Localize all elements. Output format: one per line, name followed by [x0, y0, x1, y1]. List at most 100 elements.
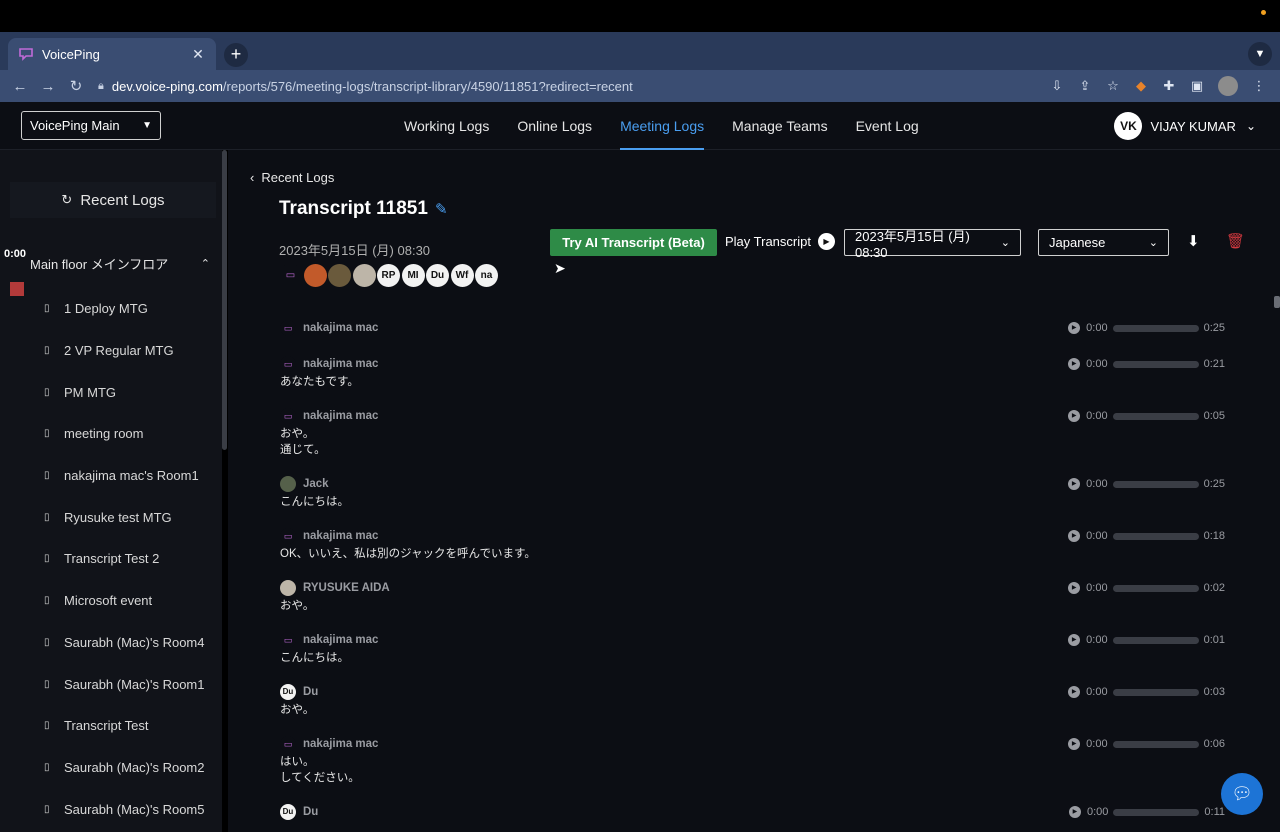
- sidebar-room-item[interactable]: ▯ nakajima mac's Room1: [44, 455, 219, 497]
- sidebar-room-item[interactable]: ▯ PM MTG: [44, 371, 219, 413]
- audio-player[interactable]: ▶ 0:00 0:25: [1068, 318, 1225, 338]
- chevron-up-icon: ⌃: [200, 258, 210, 270]
- sidebar-room-item[interactable]: ▯ Microsoft event: [44, 580, 219, 622]
- play-icon[interactable]: ▶: [1068, 358, 1081, 370]
- audio-player[interactable]: ▶ 0:00 0:21: [1068, 354, 1225, 374]
- audio-progress[interactable]: [1113, 808, 1200, 816]
- sidebar-room-item[interactable]: ▯ 2 VP Regular MTG: [44, 330, 219, 372]
- tab-close-icon[interactable]: ✕: [190, 46, 206, 63]
- back-to-recent-logs[interactable]: ‹ Recent Logs: [250, 170, 334, 185]
- audio-progress[interactable]: [1112, 532, 1199, 540]
- fox-extension-icon[interactable]: ◆: [1134, 78, 1148, 94]
- language-select[interactable]: Japanese ⌄: [1038, 229, 1169, 256]
- sidebar-room-item[interactable]: ▯ Transcript Test: [44, 705, 219, 747]
- new-tab-button[interactable]: +: [224, 43, 248, 67]
- audio-progress[interactable]: [1112, 584, 1199, 592]
- install-app-icon[interactable]: ⇩: [1050, 78, 1064, 94]
- sidebar-room-item[interactable]: ▯ Saurabh (Mac)'s Room4: [44, 622, 219, 664]
- chat-bubble-icon[interactable]: 💬︎: [1221, 773, 1263, 815]
- room-list: ▯ 1 Deploy MTG ▯ 2 VP Regular MTG ▯ PM MTG …: [44, 288, 219, 830]
- sidebar-room-item[interactable]: ▯ Saurabh (Mac)'s Room2: [44, 747, 219, 789]
- play-icon[interactable]: ▶: [1068, 806, 1081, 818]
- transcript-entry: Du Du ▶ 0:00 0:03 おや。: [280, 682, 1225, 734]
- transcript-line: こんにちは。: [280, 496, 349, 508]
- play-icon[interactable]: ▶: [1068, 410, 1081, 422]
- user-menu[interactable]: VK VIJAY KUMAR ⌄: [1114, 112, 1256, 140]
- reload-icon[interactable]: ↻: [62, 77, 90, 95]
- tab-search-chevron-icon[interactable]: ▼: [1248, 42, 1272, 66]
- recent-logs-label: Recent Logs: [80, 191, 165, 209]
- audio-progress[interactable]: [1112, 360, 1199, 368]
- sidebar-room-item[interactable]: ▯ Saurabh (Mac)'s Room5: [44, 788, 219, 830]
- transcript-line: 通じて。: [280, 444, 326, 456]
- voiceping-logo-icon: ▭: [280, 528, 296, 544]
- profile-avatar[interactable]: [1218, 76, 1238, 96]
- voiceping-logo-icon: ▭: [280, 736, 296, 752]
- avatar: [280, 580, 296, 596]
- audio-player[interactable]: ▶ 0:00 0:02: [1068, 578, 1225, 598]
- play-icon[interactable]: ▶: [1068, 322, 1081, 334]
- room-icon: ▯: [44, 553, 50, 565]
- try-ai-transcript-button[interactable]: Try AI Transcript (Beta): [550, 229, 717, 256]
- audio-player[interactable]: ▶ 0:00 0:03: [1068, 682, 1225, 702]
- audio-player[interactable]: ▶ 0:00 0:06: [1068, 734, 1225, 754]
- more-menu-icon[interactable]: ⋮: [1252, 78, 1266, 94]
- speaker-name: nakajima mac: [303, 634, 379, 646]
- workspace-select[interactable]: VoicePing Main ▼: [21, 111, 161, 140]
- play-icon[interactable]: ▶: [1068, 530, 1081, 542]
- extensions-puzzle-icon[interactable]: ✚: [1162, 78, 1176, 94]
- share-icon[interactable]: ⇪: [1078, 78, 1092, 94]
- audio-start: 0:00: [1086, 410, 1108, 422]
- floor-header[interactable]: Main floor メインフロア ⌃: [30, 254, 210, 273]
- audio-progress[interactable]: [1112, 480, 1199, 488]
- browser-tab[interactable]: VoicePing ✕: [8, 38, 216, 70]
- play-icon[interactable]: ▶: [1068, 738, 1081, 750]
- speaker-name: Du: [303, 806, 319, 818]
- recent-logs-button[interactable]: ↻ Recent Logs: [10, 182, 216, 218]
- download-icon[interactable]: ⬇: [1187, 232, 1200, 250]
- audio-player[interactable]: ▶ 0:00 0:01: [1068, 630, 1225, 650]
- audio-start: 0:00: [1086, 686, 1108, 698]
- forward-arrow-icon[interactable]: →: [34, 78, 62, 95]
- nav-event-log[interactable]: Event Log: [842, 102, 933, 150]
- side-panel-icon[interactable]: ▣: [1190, 78, 1204, 94]
- nav-meeting-logs[interactable]: Meeting Logs: [606, 102, 718, 150]
- play-icon[interactable]: ▶: [1068, 634, 1081, 646]
- url-path: /reports/576/meeting-logs/transcript-lib…: [222, 78, 633, 94]
- play-icon[interactable]: ▶: [1068, 478, 1081, 490]
- nav-working-logs[interactable]: Working Logs: [390, 102, 503, 150]
- voiceping-logo-icon: ▭: [280, 408, 296, 424]
- play-icon[interactable]: ▶: [1068, 686, 1081, 698]
- address-bar[interactable]: 🔒︎ dev.voice-ping.com /reports/576/meeti…: [98, 79, 1050, 94]
- back-arrow-icon[interactable]: ←: [6, 78, 34, 95]
- audio-progress[interactable]: [1112, 636, 1199, 644]
- play-icon[interactable]: ▶: [1068, 582, 1081, 594]
- page-scrollbar[interactable]: [1274, 296, 1280, 308]
- pencil-icon[interactable]: ✎: [435, 200, 448, 218]
- trash-icon[interactable]: 🗑︎: [1226, 232, 1245, 250]
- sidebar-scrollbar[interactable]: [222, 150, 227, 450]
- chevron-down-icon: ⌄: [1245, 119, 1256, 133]
- sidebar-room-item[interactable]: ▯ 1 Deploy MTG: [44, 288, 219, 330]
- sidebar-room-item[interactable]: ▯ Ryusuke test MTG: [44, 496, 219, 538]
- audio-player[interactable]: ▶ 0:00 0:25: [1068, 474, 1225, 494]
- audio-player[interactable]: ▶ 0:00 0:05: [1068, 406, 1225, 426]
- audio-progress[interactable]: [1112, 688, 1199, 696]
- audio-player[interactable]: ▶ 0:00 0:11: [1068, 802, 1225, 822]
- sidebar-room-item[interactable]: ▯ Transcript Test 2: [44, 538, 219, 580]
- sidebar-room-item[interactable]: ▯ meeting room: [44, 413, 219, 455]
- sidebar-room-item[interactable]: ▯ Saurabh (Mac)'s Room1: [44, 663, 219, 705]
- audio-player[interactable]: ▶ 0:00 0:18: [1068, 526, 1225, 546]
- stop-icon[interactable]: [10, 282, 24, 296]
- workspace-name: VoicePing Main: [30, 118, 120, 133]
- room-label: Transcript Test 2: [64, 551, 160, 567]
- date-select[interactable]: 2023年5月15日 (月) 08:30 ⌄: [844, 229, 1021, 260]
- bookmark-star-icon[interactable]: ☆: [1106, 78, 1120, 94]
- nav-online-logs[interactable]: Online Logs: [503, 102, 606, 150]
- room-label: PM MTG: [64, 384, 116, 400]
- nav-manage-teams[interactable]: Manage Teams: [718, 102, 841, 150]
- audio-progress[interactable]: [1112, 412, 1199, 420]
- play-transcript-button[interactable]: Play Transcript ▶: [725, 233, 835, 250]
- audio-progress[interactable]: [1112, 324, 1199, 332]
- audio-progress[interactable]: [1112, 740, 1199, 748]
